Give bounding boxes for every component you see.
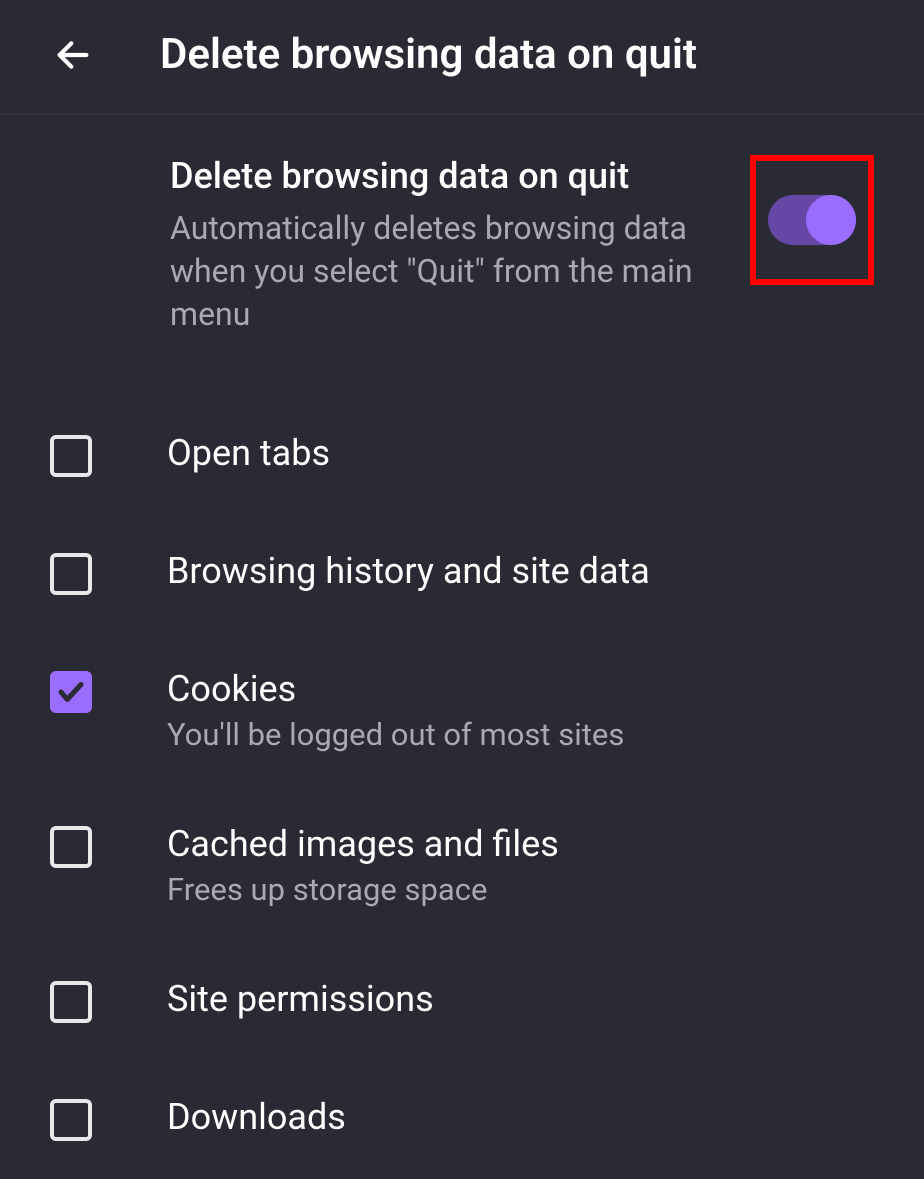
item-title: Browsing history and site data: [167, 550, 874, 592]
item-text-block: Cookies You'll be logged out of most sit…: [167, 668, 874, 753]
list-item-cookies[interactable]: Cookies You'll be logged out of most sit…: [50, 633, 874, 788]
list-item-cached-images[interactable]: Cached images and files Frees up storage…: [50, 788, 874, 943]
main-toggle-row[interactable]: Delete browsing data on quit Automatical…: [50, 155, 874, 337]
item-subtitle: Frees up storage space: [167, 871, 874, 908]
header: Delete browsing data on quit: [0, 0, 924, 115]
item-text-block: Cached images and files Frees up storage…: [167, 823, 874, 908]
item-title: Downloads: [167, 1096, 874, 1138]
list-item-downloads[interactable]: Downloads: [50, 1061, 874, 1179]
checkmark-icon: [56, 677, 86, 707]
item-subtitle: You'll be logged out of most sites: [167, 716, 874, 753]
toggle-thumb-icon: [806, 195, 856, 245]
checkbox-browsing-history[interactable]: [50, 553, 92, 595]
list-item-site-permissions[interactable]: Site permissions: [50, 943, 874, 1061]
page-title: Delete browsing data on quit: [160, 30, 697, 79]
item-title: Open tabs: [167, 432, 874, 474]
toggle-description: Automatically deletes browsing data when…: [170, 207, 730, 337]
checkbox-open-tabs[interactable]: [50, 435, 92, 477]
toggle-title: Delete browsing data on quit: [170, 155, 730, 197]
item-title: Cookies: [167, 668, 874, 710]
content-area: Delete browsing data on quit Automatical…: [0, 115, 924, 1179]
checkbox-cached-images[interactable]: [50, 826, 92, 868]
item-text-block: Open tabs: [167, 432, 874, 480]
toggle-text-block: Delete browsing data on quit Automatical…: [170, 155, 750, 337]
item-text-block: Site permissions: [167, 978, 874, 1026]
item-text-block: Browsing history and site data: [167, 550, 874, 598]
list-item-browsing-history[interactable]: Browsing history and site data: [50, 515, 874, 633]
item-title: Site permissions: [167, 978, 874, 1020]
back-arrow-icon[interactable]: [50, 32, 95, 77]
checkbox-downloads[interactable]: [50, 1099, 92, 1141]
item-title: Cached images and files: [167, 823, 874, 865]
checkbox-site-permissions[interactable]: [50, 981, 92, 1023]
list-item-open-tabs[interactable]: Open tabs: [50, 397, 874, 515]
delete-on-quit-toggle[interactable]: [768, 195, 856, 245]
toggle-highlight-box: [750, 155, 874, 285]
item-text-block: Downloads: [167, 1096, 874, 1144]
checkbox-cookies[interactable]: [50, 671, 92, 713]
